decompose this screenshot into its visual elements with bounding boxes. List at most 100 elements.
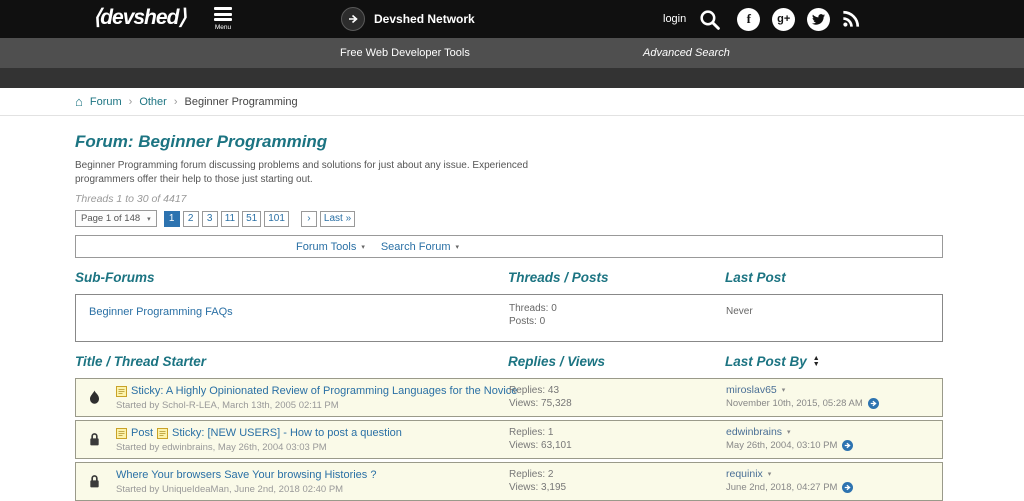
breadcrumb: ⌂ Forum › Other › Beginner Programming xyxy=(0,88,1024,116)
breadcrumb-other[interactable]: Other xyxy=(139,96,167,108)
devshed-logo[interactable]: ⟨devshed⟩ xyxy=(93,5,187,30)
secondary-nav: Free Web Developer Tools Advanced Search xyxy=(0,38,1024,68)
thread-list: Sticky: A Highly Opinionated Review of P… xyxy=(75,378,1024,501)
subforum-link[interactable]: Beginner Programming FAQs xyxy=(89,306,233,318)
chevron-down-icon: ▾ xyxy=(781,387,786,394)
sticky-note-icon xyxy=(157,427,169,439)
page-button-1[interactable]: 1 xyxy=(163,210,180,227)
breadcrumb-current: Beginner Programming xyxy=(184,95,298,108)
thread-title-text: Sticky: [NEW USERS] - How to post a ques… xyxy=(172,427,402,439)
subforum-threads-count: Threads: 0 xyxy=(509,303,557,314)
page-button-11[interactable]: 11 xyxy=(220,210,240,227)
main-content: Forum: Beginner Programming Beginner Pro… xyxy=(0,116,1024,501)
thread-title-link[interactable]: Where Your browsers Save Your browsing H… xyxy=(116,469,376,481)
breadcrumb-separator-icon: › xyxy=(173,95,178,108)
lock-icon xyxy=(76,463,112,500)
twitter-icon[interactable] xyxy=(807,7,831,31)
arrow-circle-icon xyxy=(341,7,365,31)
home-icon[interactable]: ⌂ xyxy=(75,95,83,108)
last-post-user-link[interactable]: miroslav65 ▾ xyxy=(726,384,785,396)
goto-last-post-icon[interactable] xyxy=(867,398,879,409)
last-post-column-header: Last Post xyxy=(725,270,786,285)
last-post-date-row: June 2nd, 2018, 04:27 PM xyxy=(726,482,854,493)
thread-replies: Replies: 1 xyxy=(509,427,554,438)
page-button-2[interactable]: 2 xyxy=(182,210,199,227)
page-select-label: Page 1 of 148 xyxy=(81,213,141,224)
goto-last-post-icon[interactable] xyxy=(842,440,854,451)
chevron-down-icon: ▾ xyxy=(147,215,151,223)
forum-tools-menu[interactable]: Forum Tools ▾ xyxy=(296,241,365,253)
thread-title-text: Where Your browsers Save Your browsing H… xyxy=(116,469,377,481)
forum-toolbar: Forum Tools ▾ Search Forum ▾ xyxy=(75,235,943,258)
advanced-search-link[interactable]: Advanced Search xyxy=(643,47,730,59)
thread-title-link[interactable]: Sticky: A Highly Opinionated Review of P… xyxy=(116,385,517,397)
network-label: Devshed Network xyxy=(374,12,475,26)
last-post-username: requinix xyxy=(726,468,763,480)
thread-title-text: Sticky: A Highly Opinionated Review of P… xyxy=(131,385,518,397)
lock-icon xyxy=(76,421,112,458)
thread-replies: Replies: 2 xyxy=(509,469,554,480)
next-page-button[interactable]: › xyxy=(300,210,317,227)
thread-started-by: Started by edwinbrains, May 26th, 2004 0… xyxy=(116,442,327,453)
last-page-button[interactable]: Last » xyxy=(319,210,356,227)
table-row: Sticky: A Highly Opinionated Review of P… xyxy=(75,378,943,417)
title-thread-starter-heading: Title / Thread Starter xyxy=(75,354,207,369)
hot-thread-icon xyxy=(76,379,112,416)
menu-label: Menu xyxy=(214,23,232,31)
thread-started-by: Started by UniqueIdeaMan, June 2nd, 2018… xyxy=(116,484,344,495)
page-button-3[interactable]: 3 xyxy=(201,210,218,227)
search-icon[interactable] xyxy=(698,8,721,31)
last-post-username: edwinbrains xyxy=(726,426,783,438)
header-actions: login f g+ xyxy=(663,0,860,38)
thread-views: Views: 63,101 xyxy=(509,440,572,451)
subforum-row: Beginner Programming FAQs Threads: 0 Pos… xyxy=(75,294,943,342)
thread-started-by: Started by Schol-R-LEA, March 13th, 2005… xyxy=(116,400,339,411)
pagination: Page 1 of 148 ▾ 1 2 3 11 51 101 › Last » xyxy=(75,210,1024,227)
last-post-date: June 2nd, 2018, 04:27 PM xyxy=(726,482,838,493)
chevron-down-icon: ▾ xyxy=(361,243,365,251)
thread-views: Views: 75,328 xyxy=(509,398,572,409)
rss-icon[interactable] xyxy=(842,10,860,28)
threads-posts-column-header: Threads / Posts xyxy=(508,270,609,285)
subforums-heading: Sub-Forums xyxy=(75,270,155,285)
last-post-date: May 26th, 2004, 03:10 PM xyxy=(726,440,838,451)
page-title: Forum: Beginner Programming xyxy=(75,132,328,151)
sticky-note-icon xyxy=(116,385,127,397)
last-post-by-column-header: Last Post By ▲ ▼ xyxy=(725,354,820,369)
page-button-51[interactable]: 51 xyxy=(242,210,262,227)
last-post-user-link[interactable]: requinix ▾ xyxy=(726,468,771,480)
breadcrumb-forum[interactable]: Forum xyxy=(90,96,122,108)
thread-views: Views: 3,195 xyxy=(509,482,567,493)
sort-icon[interactable]: ▲ ▼ xyxy=(813,355,820,367)
thread-title-link[interactable]: Post Sticky: [NEW USERS] - How to post a… xyxy=(116,427,402,439)
post-badge: Post xyxy=(131,427,154,439)
subforum-last-post: Never xyxy=(726,306,753,317)
last-post-date: November 10th, 2015, 05:28 AM xyxy=(726,398,863,409)
page-button-101[interactable]: 101 xyxy=(264,210,289,227)
search-forum-menu[interactable]: Search Forum ▾ xyxy=(381,241,459,253)
thread-replies: Replies: 43 xyxy=(509,385,560,396)
last-post-user-link[interactable]: edwinbrains ▾ xyxy=(726,426,791,438)
chevron-down-icon: ▾ xyxy=(787,429,791,436)
login-link[interactable]: login xyxy=(663,13,686,25)
search-forum-label: Search Forum xyxy=(380,240,451,253)
devshed-network-link[interactable]: Devshed Network xyxy=(341,7,475,31)
replies-views-column-header: Replies / Views xyxy=(508,354,606,369)
last-post-username: miroslav65 xyxy=(726,384,777,396)
goto-last-post-icon[interactable] xyxy=(842,482,854,493)
facebook-icon[interactable]: f xyxy=(737,7,761,31)
subforum-posts-count: Posts: 0 xyxy=(509,316,546,327)
hamburger-icon xyxy=(212,7,234,21)
table-row: Where Your browsers Save Your browsing H… xyxy=(75,462,943,501)
divider-strip xyxy=(0,68,1024,88)
free-tools-link[interactable]: Free Web Developer Tools xyxy=(340,47,470,59)
google-plus-icon[interactable]: g+ xyxy=(772,7,796,31)
threads-header-row: Title / Thread Starter Replies / Views L… xyxy=(75,354,943,372)
page-select-dropdown[interactable]: Page 1 of 148 ▾ xyxy=(75,210,157,227)
top-header: ⟨devshed⟩ Menu Devshed Network login f g… xyxy=(0,0,1024,38)
table-row: Post Sticky: [NEW USERS] - How to post a… xyxy=(75,420,943,459)
thread-range-label: Threads 1 to 30 of 4417 xyxy=(75,193,187,205)
menu-button[interactable]: Menu xyxy=(212,7,234,31)
chevron-down-icon: ▾ xyxy=(767,471,772,478)
forum-tools-label: Forum Tools xyxy=(296,240,357,253)
